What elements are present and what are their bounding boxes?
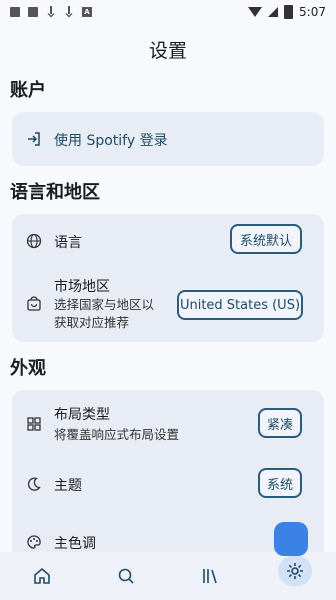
market-label: 市场地区 bbox=[54, 279, 110, 295]
layout-type-subtitle: 将覆盖响应式布局设置 bbox=[54, 427, 180, 442]
language-label: 语言 bbox=[54, 235, 82, 251]
home-icon[interactable] bbox=[32, 566, 52, 586]
section-title-language-region: 语言和地区 bbox=[10, 182, 100, 203]
notification-icons: A bbox=[10, 6, 92, 18]
market-subtitle-line2: 获取对应推荐 bbox=[54, 315, 130, 330]
login-row[interactable]: 使用 Spotify 登录 bbox=[12, 112, 324, 166]
globe-icon bbox=[26, 233, 42, 249]
signal-icon bbox=[268, 7, 279, 17]
moon-icon bbox=[27, 477, 41, 491]
palette-icon bbox=[27, 535, 41, 549]
status-time: 5:07 bbox=[299, 5, 326, 19]
page-title: 设置 bbox=[148, 40, 187, 62]
search-icon[interactable] bbox=[116, 566, 136, 586]
library-icon[interactable] bbox=[200, 566, 220, 586]
store-icon bbox=[27, 296, 41, 311]
grid-layout-icon bbox=[27, 417, 41, 431]
status-bar: A 5:07 bbox=[0, 0, 336, 24]
app-notification-icon bbox=[28, 7, 38, 17]
app-notification-icon bbox=[10, 7, 20, 17]
download-icon bbox=[64, 6, 74, 18]
theme-button[interactable]: 系统 bbox=[258, 468, 302, 498]
app-a-icon: A bbox=[82, 7, 92, 17]
section-title-appearance: 外观 bbox=[10, 358, 46, 379]
market-select-button[interactable]: United States (US) bbox=[177, 290, 303, 320]
login-label: 使用 Spotify 登录 bbox=[54, 133, 168, 149]
accent-color-swatch[interactable] bbox=[274, 522, 308, 556]
language-region-card: 语言 系统默认 市场地区 选择国家与地区以 获取对应推荐 United Stat… bbox=[12, 214, 324, 342]
layout-type-label: 布局类型 bbox=[54, 407, 110, 423]
wifi-icon bbox=[248, 7, 263, 17]
theme-label: 主题 bbox=[54, 478, 82, 494]
settings-icon[interactable] bbox=[285, 561, 305, 581]
layout-type-button[interactable]: 紧凑 bbox=[258, 408, 302, 438]
battery-icon bbox=[284, 5, 294, 19]
section-title-account: 账户 bbox=[10, 80, 46, 101]
market-subtitle-line1: 选择国家与地区以 bbox=[54, 297, 155, 312]
language-select-button[interactable]: 系统默认 bbox=[230, 224, 302, 254]
download-icon bbox=[46, 6, 56, 18]
login-icon bbox=[28, 132, 40, 146]
accent-color-label: 主色调 bbox=[54, 536, 96, 552]
